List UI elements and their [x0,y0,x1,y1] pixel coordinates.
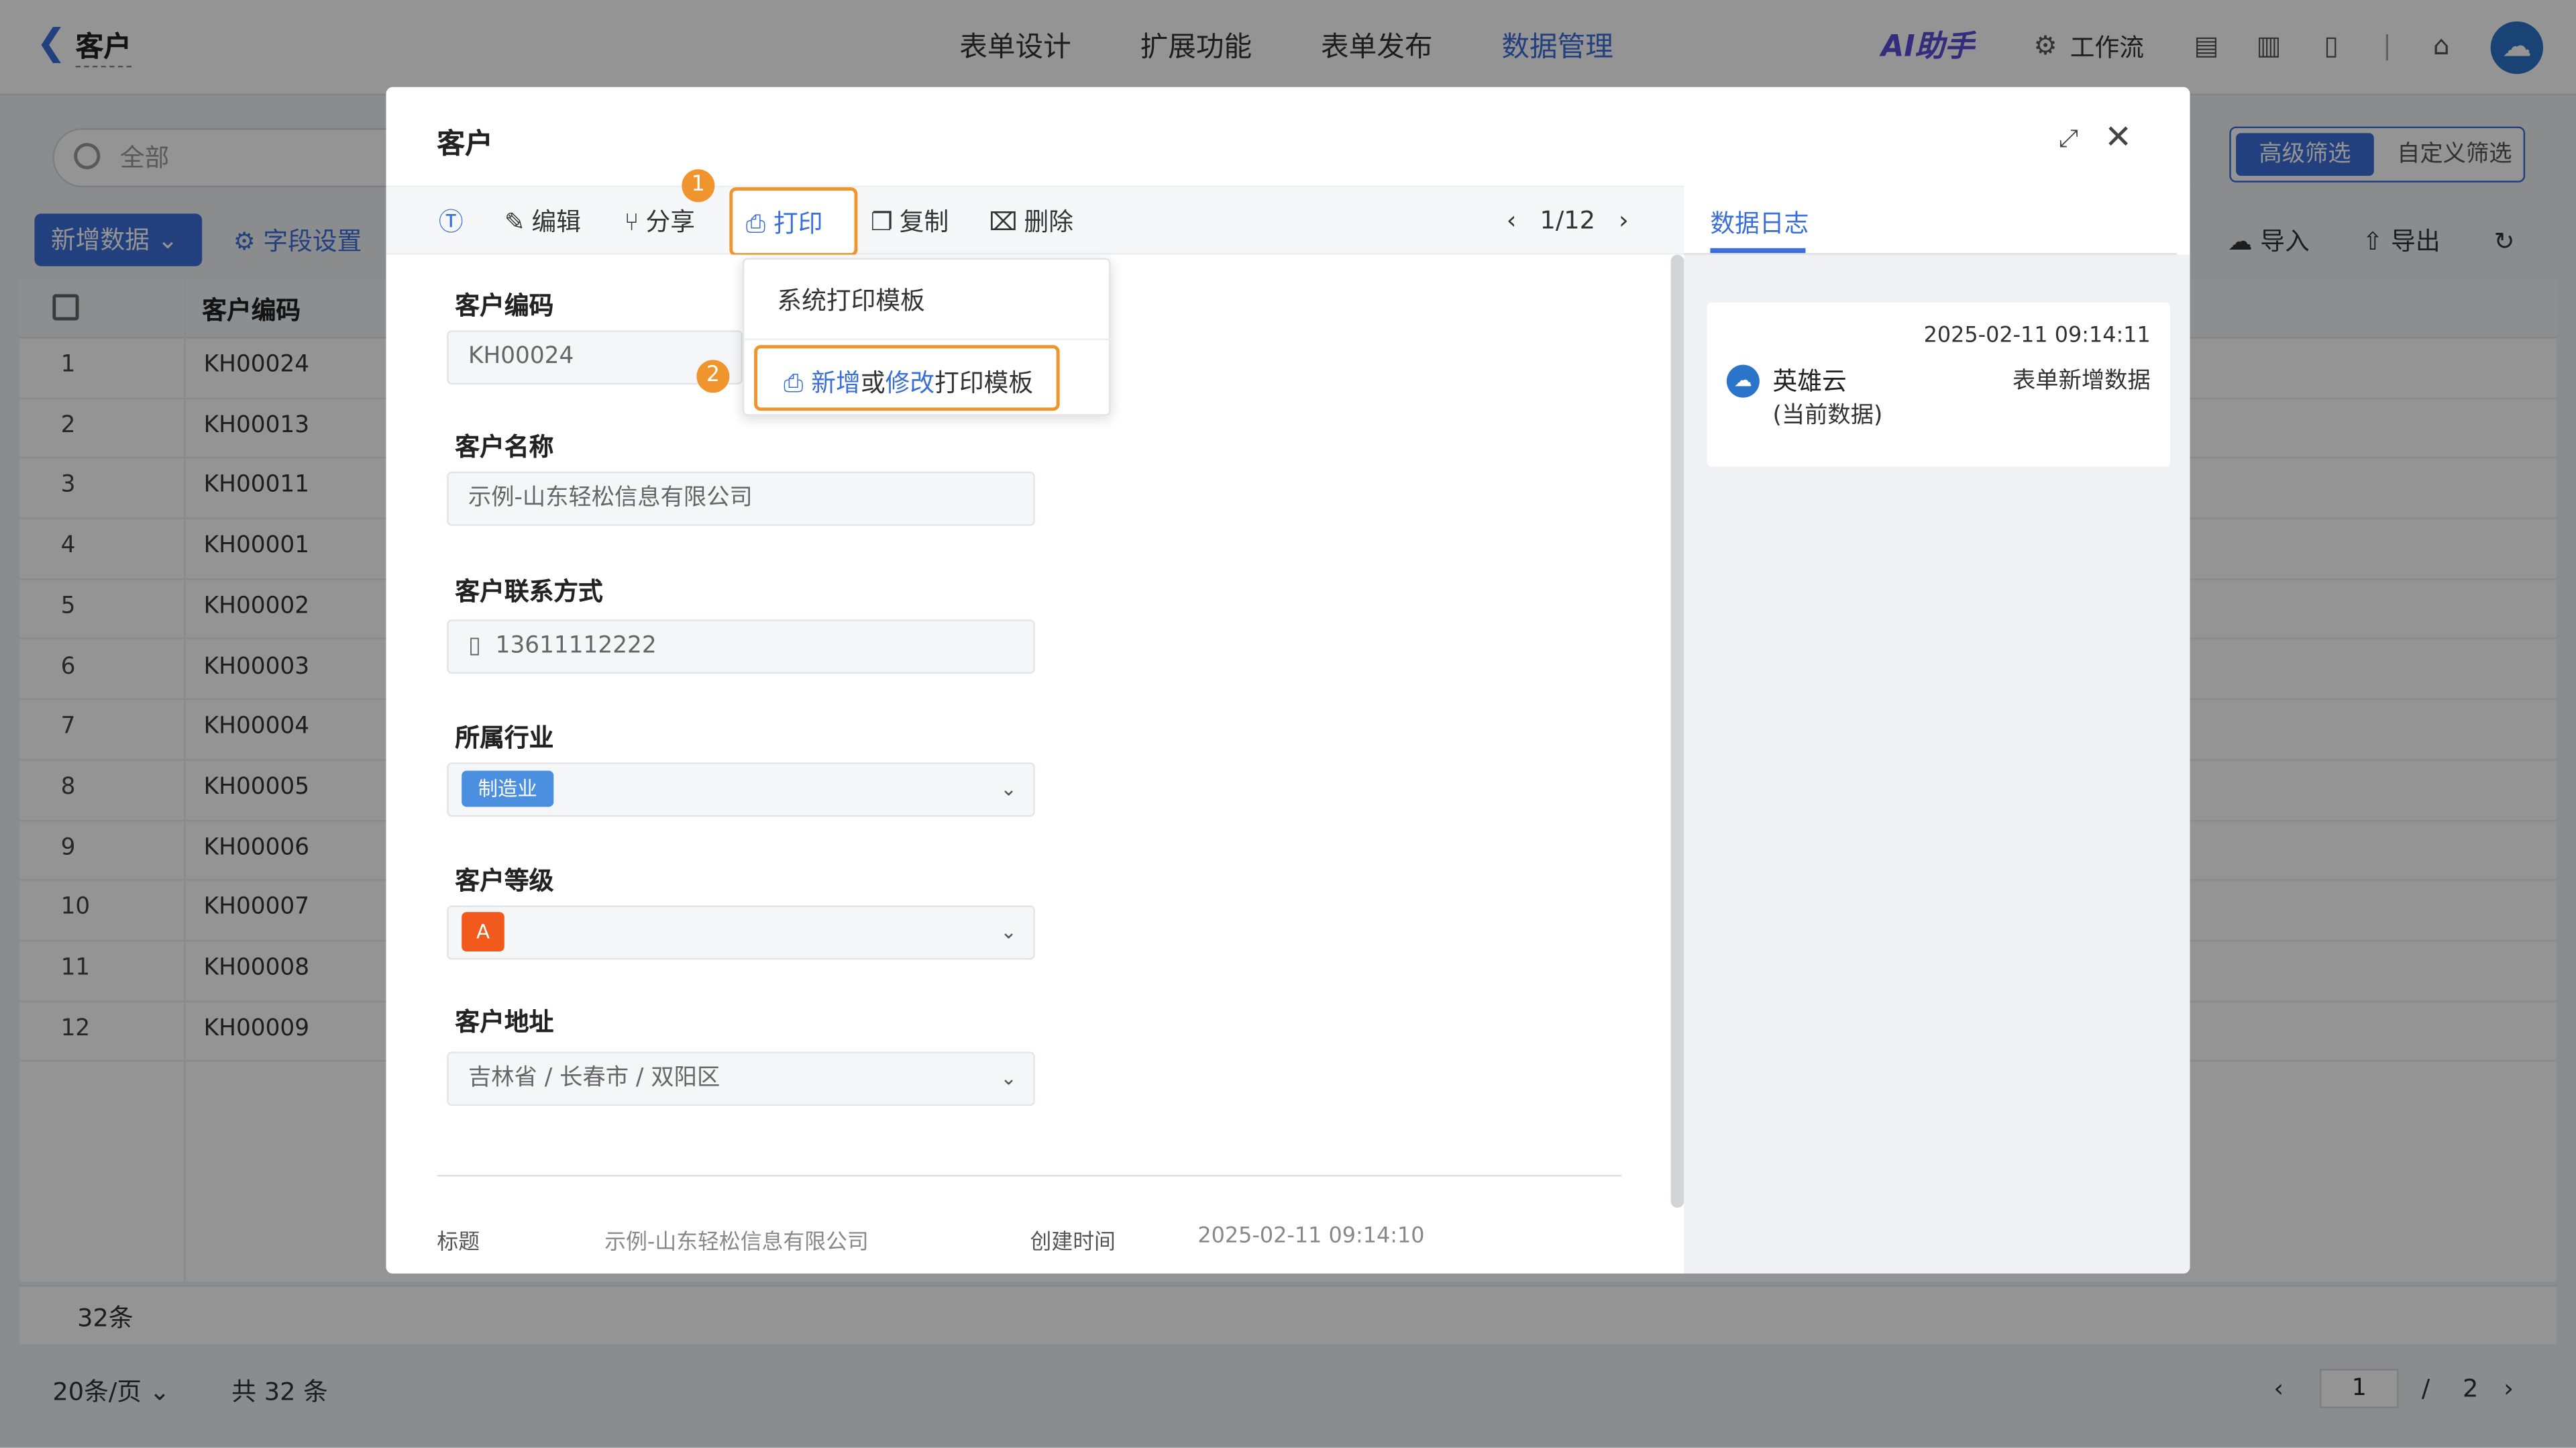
delete-button[interactable]: ⌧ 删除 [989,205,1073,238]
edit-button[interactable]: ✎ 编辑 [504,205,581,238]
step-badge-1: 1 [682,169,715,203]
tab-data-log[interactable]: 数据日志 [1710,205,1809,240]
log-user: 英雄云 [1772,366,1847,397]
field-label-name: 客户名称 [455,432,554,462]
record-position: 1/12 [1540,205,1595,236]
phone-icon: ▯ [468,632,481,660]
print-label: 打印 [773,209,823,239]
meta-created-value: 2025-02-11 09:14:10 [1197,1224,1425,1249]
share-button[interactable]: ⑂ 分享 [625,205,695,238]
trash-icon: ⌧ [989,207,1018,237]
divider [437,1175,1622,1177]
contact-value: 13611112222 [495,632,657,660]
meta-title-label: 标题 [437,1231,480,1256]
field-contact[interactable]: ▯ 13611112222 [447,619,1035,674]
code-value: KH00024 [468,343,574,370]
log-entry: 2025-02-11 09:14:11 ☁ 英雄云 (当前数据) 表单新增数据 [1707,302,2171,467]
field-label-address: 客户地址 [455,1007,554,1037]
level-tag: A [462,912,504,951]
copy-icon: ❐ [870,207,893,237]
field-label-level: 客户等级 [455,866,554,896]
pencil-icon: ✎ [504,207,525,237]
expand-icon[interactable]: ⤢ [2059,123,2078,153]
modify-label: 修改 [885,368,935,398]
dropdown-divider [744,338,1112,340]
tab-divider [1684,253,2177,255]
text-format-icon[interactable]: Ⓣ [439,205,464,238]
meta-created-label: 创建时间 [1030,1231,1116,1256]
next-record-icon[interactable]: › [1619,205,1629,235]
print-button[interactable]: ⎙ 打印 [729,187,858,257]
record-detail-modal: 客户 ⤢ ✕ Ⓣ ✎ 编辑 ⑂ 分享 ⎙ 打印 ❐ 复制 ⌧ 删除 ‹ 1/12 › 1… [386,87,2190,1274]
modal-title: 客户 [437,128,493,162]
copy-label: 复制 [899,207,949,237]
share-icon: ⑂ [624,207,639,237]
field-name[interactable]: 示例-山东轻松信息有限公司 [447,471,1035,526]
print-dropdown: 系统打印模板 ⎙ 新增或修改打印模板 [742,258,1112,416]
field-level-select[interactable]: A ⌄ [447,905,1035,960]
field-label-contact: 客户联系方式 [455,576,603,607]
prev-record-icon[interactable]: ‹ [1507,205,1517,235]
copy-button[interactable]: ❐ 复制 [871,205,949,238]
name-value: 示例-山东轻松信息有限公司 [468,484,753,511]
modal-toolbar: Ⓣ ✎ 编辑 ⑂ 分享 ⎙ 打印 ❐ 复制 ⌧ 删除 ‹ 1/12 › [386,185,1684,257]
data-log-panel: 数据日志 2025-02-11 09:14:11 ☁ 英雄云 (当前数据) 表单… [1684,185,2190,1274]
share-label: 分享 [645,207,696,237]
chevron-down-icon: ⌄ [1000,777,1017,800]
log-action: 表单新增数据 [2012,368,2151,395]
active-tab-indicator [1710,248,1806,254]
scrollbar[interactable] [1670,254,1684,1208]
user-avatar-icon: ☁ [1726,364,1760,398]
or-label: 或 [860,368,885,398]
industry-tag: 制造业 [462,770,554,807]
log-time: 2025-02-11 09:14:11 [1923,323,2151,349]
chevron-down-icon: ⌄ [1000,1066,1017,1090]
meta-title-value: 示例-山东轻松信息有限公司 [604,1231,869,1256]
record-pager: ‹ 1/12 › [1507,205,1629,235]
field-label-code: 客户编码 [455,291,554,321]
chevron-down-icon: ⌄ [1000,920,1017,943]
step-badge-2: 2 [696,360,730,393]
log-tabs: 数据日志 [1684,185,2190,255]
new-label: 新增 [811,368,861,398]
field-label-industry: 所属行业 [455,723,554,753]
system-print-template-item[interactable]: 系统打印模板 [777,282,924,317]
template-label: 打印模板 [934,368,1034,398]
close-icon[interactable]: ✕ [2104,117,2132,156]
log-user-note: (当前数据) [1772,403,1883,429]
printer-icon: ⎙ [784,368,804,398]
printer-icon: ⎙ [745,209,766,239]
field-address-select[interactable]: 吉林省 / 长春市 / 双阳区 ⌄ [447,1051,1035,1106]
address-value: 吉林省 / 长春市 / 双阳区 [468,1064,720,1092]
edit-label: 编辑 [531,207,581,237]
field-industry-select[interactable]: 制造业 ⌄ [447,762,1035,817]
delete-label: 删除 [1024,207,1073,237]
edit-print-template-item[interactable]: ⎙ 新增或修改打印模板 [754,345,1060,411]
